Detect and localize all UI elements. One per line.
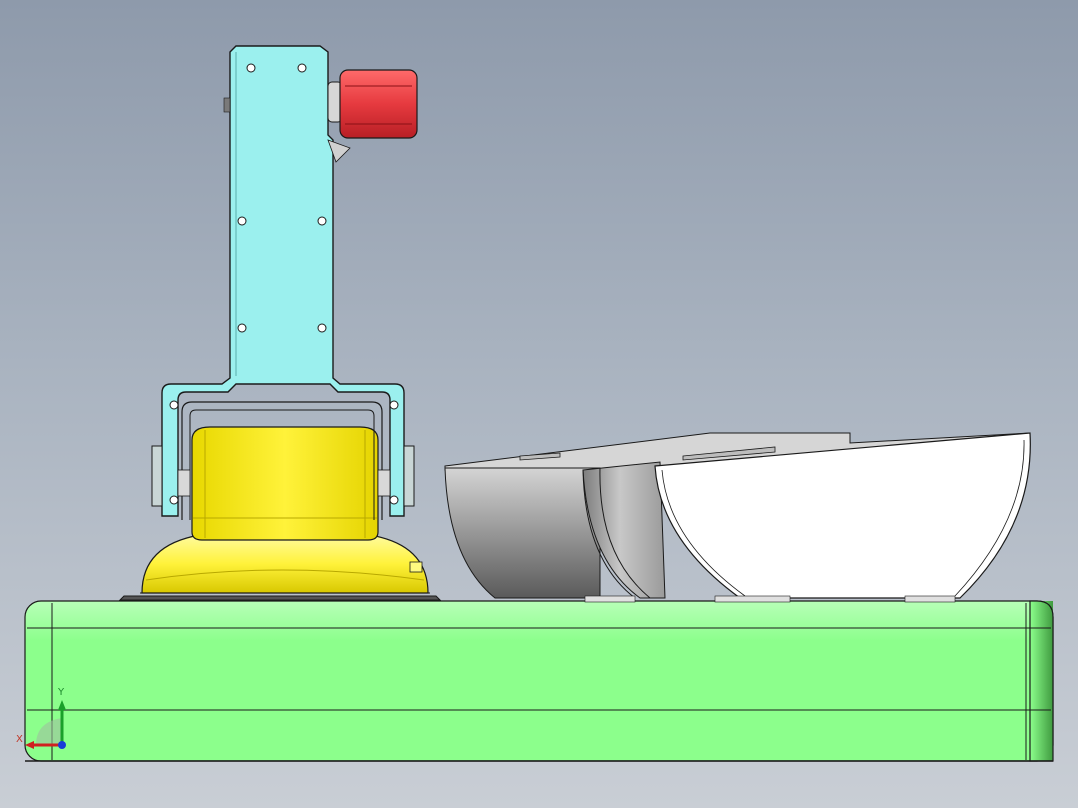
cad-viewport[interactable]: X Y (0, 0, 1078, 808)
coordinate-triad (25, 700, 66, 749)
triad-shading (36, 718, 62, 745)
x-axis-label: X (16, 734, 23, 745)
z-axis-dot (58, 741, 66, 749)
y-axis-label: Y (58, 687, 65, 698)
